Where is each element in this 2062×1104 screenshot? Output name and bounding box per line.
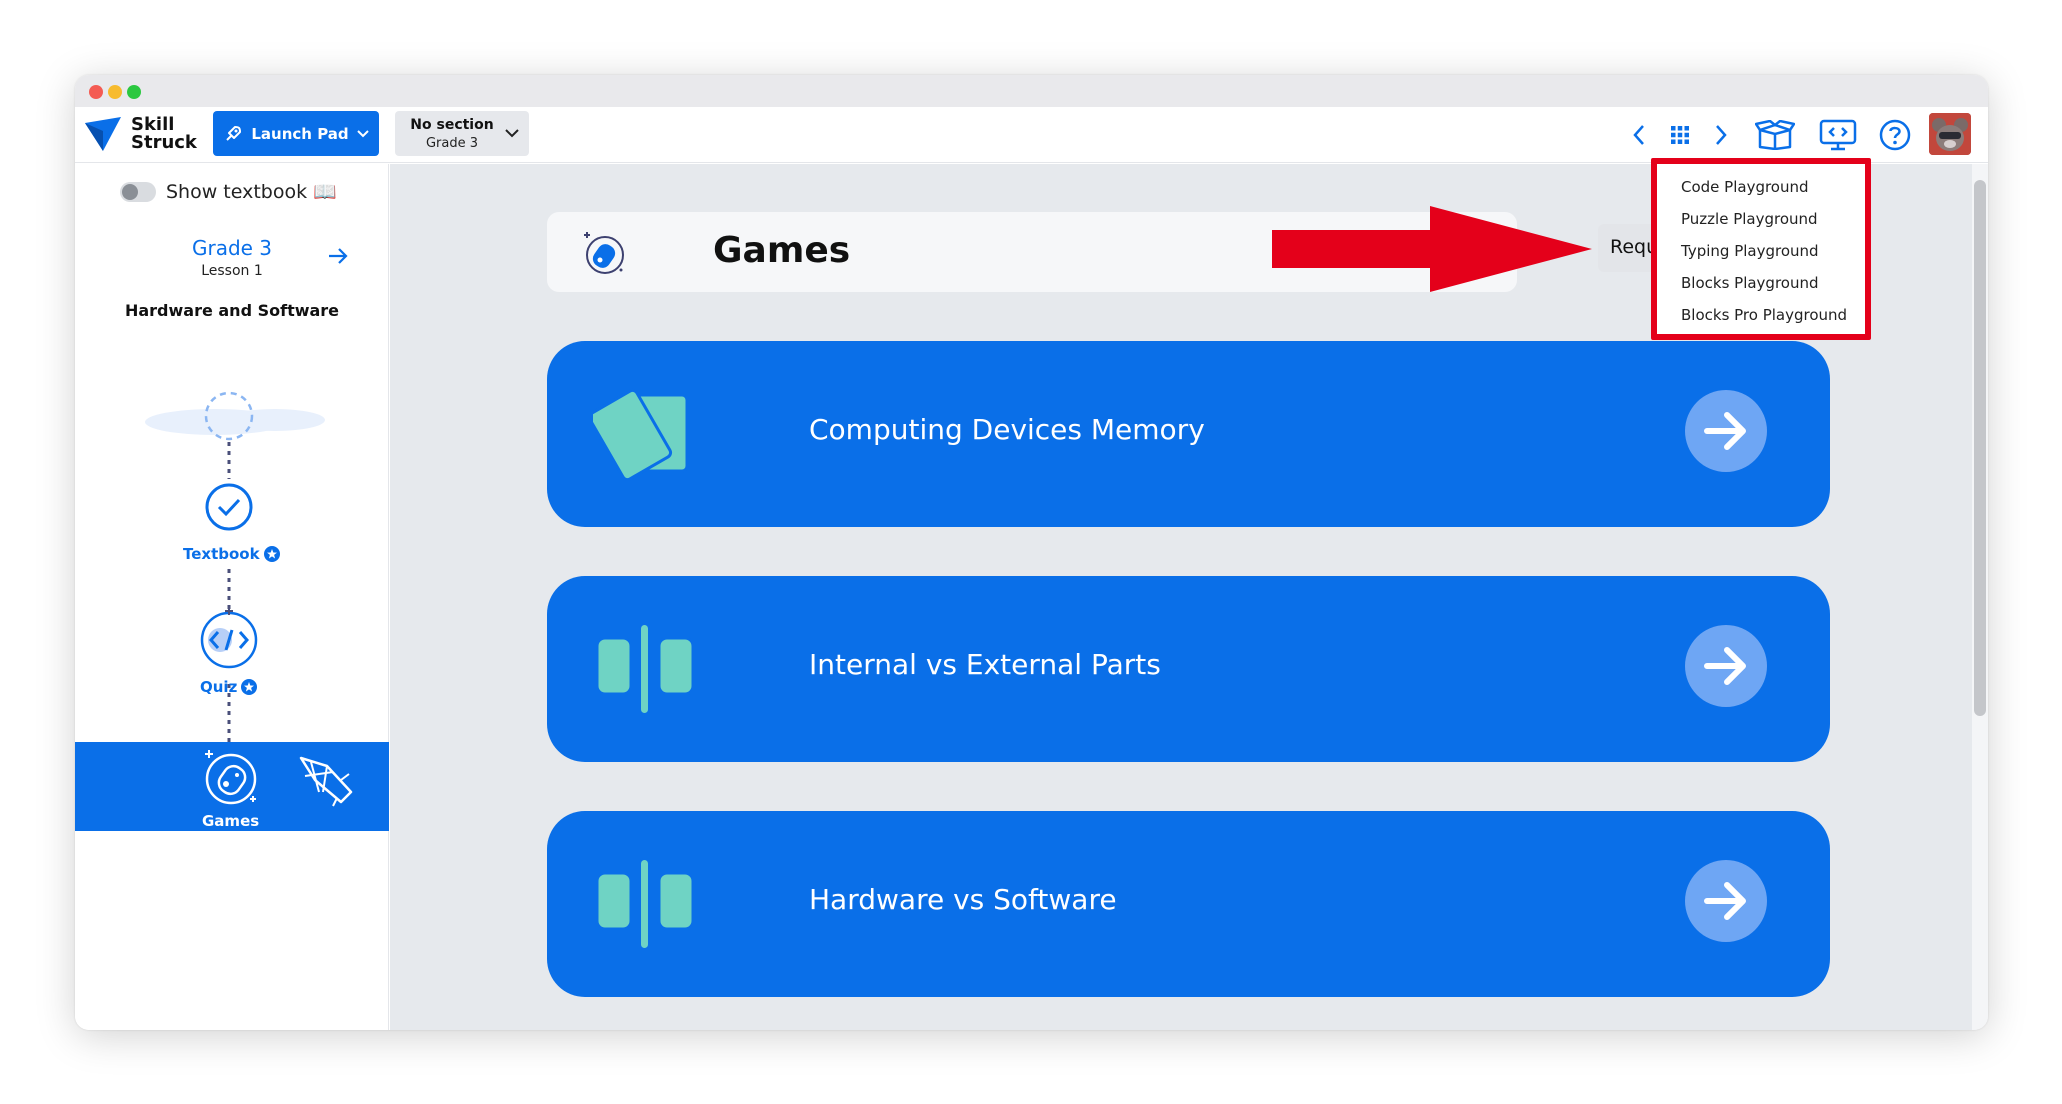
star-badge-icon [241,679,258,695]
games-label: Games [202,812,260,830]
card-go-button[interactable] [1685,860,1767,942]
apps-grid-icon[interactable] [1662,117,1698,153]
games-node-active[interactable]: Games [75,742,389,831]
code-quiz-icon [200,607,258,669]
minimize-window-button[interactable] [108,85,122,99]
show-textbook-label: Show textbook 📖 [166,181,337,203]
gamepad-icon [205,750,257,805]
section-grade: Grade 3 [425,135,479,151]
lesson-name: Hardware and Software [124,301,340,320]
menu-item-code-playground[interactable]: Code Playground [1657,171,1865,203]
gamepad-icon [584,232,624,274]
quiz-node[interactable] [196,604,262,670]
arrow-right-icon [1704,647,1746,685]
chevron-down-icon [356,129,369,137]
avatar[interactable] [1929,113,1971,155]
chevron-right-icon[interactable] [1703,117,1739,153]
title-bar [75,75,1988,107]
arrow-right-icon [1704,882,1746,920]
show-textbook-toggle-row[interactable]: Show textbook 📖 [120,180,337,203]
card-title: Computing Devices Memory [809,413,1205,446]
games-node-label: Games [202,812,259,830]
scrollbar-thumb[interactable] [1974,180,1986,716]
textbook-node[interactable] [204,482,254,532]
maximize-window-button[interactable] [127,85,141,99]
split-panels-icon [595,623,695,715]
rocket-icon [226,125,242,141]
section-selector[interactable]: No section Grade 3 [395,111,529,156]
menu-item-blocks-pro-playground[interactable]: Blocks Pro Playground [1657,299,1865,331]
present-screen-icon[interactable] [1816,117,1860,153]
top-bar: Skill Struck Launch Pad No section Grade… [75,107,1988,163]
game-card[interactable]: Internal vs External Parts [547,576,1830,762]
chevron-left-icon[interactable] [1621,117,1657,153]
close-window-button[interactable] [89,85,103,99]
box-icon[interactable] [1753,117,1797,153]
arrow-right-icon[interactable] [328,248,348,264]
annotation-arrow [1272,206,1592,292]
vertical-scrollbar[interactable] [1972,164,1988,1030]
chevron-down-icon [505,129,519,138]
menu-item-typing-playground[interactable]: Typing Playground [1657,235,1865,267]
card-title: Hardware vs Software [809,883,1117,916]
game-card[interactable]: Computing Devices Memory [547,341,1830,527]
launch-pad-button[interactable]: Launch Pad [213,111,379,156]
show-textbook-toggle[interactable] [120,181,156,202]
section-text: No section Grade 3 [407,117,497,151]
games-title: Games [713,230,851,271]
lesson-number: Lesson 1 [201,263,263,279]
textbook-node-label[interactable]: Textbook [183,545,280,563]
rocket-sketch-icon [299,756,353,807]
game-card[interactable]: Hardware vs Software [547,811,1830,997]
launch-pad-label: Launch Pad [251,124,349,143]
quiz-node-label[interactable]: Quiz [200,678,258,696]
card-go-button[interactable] [1685,390,1767,472]
card-go-button[interactable] [1685,625,1767,707]
help-icon[interactable] [1877,117,1913,153]
skill-struck-logo[interactable]: Skill Struck [85,116,197,152]
logo-text: Skill Struck [131,116,197,152]
launch-pad-dropdown: Code Playground Puzzle Playground Typing… [1651,158,1871,340]
section-name: No section [410,116,494,133]
star-badge-icon [263,546,280,562]
card-title: Internal vs External Parts [809,648,1161,681]
memory-cards-icon [593,388,689,482]
split-panels-icon [595,858,695,950]
checkmark-icon [205,483,253,531]
menu-item-puzzle-playground[interactable]: Puzzle Playground [1657,203,1865,235]
logo-line-2: Struck [131,132,197,153]
logo-icon [85,117,121,151]
lesson-sidebar: Show textbook 📖 Grade 3 Lesson 1 Hardwar… [75,164,389,1030]
menu-item-blocks-playground[interactable]: Blocks Playground [1657,267,1865,299]
request-button[interactable]: Requ [1598,224,1658,272]
arrow-right-icon [1704,412,1746,450]
textbook-label: Textbook [183,545,260,563]
quiz-label: Quiz [200,678,238,696]
